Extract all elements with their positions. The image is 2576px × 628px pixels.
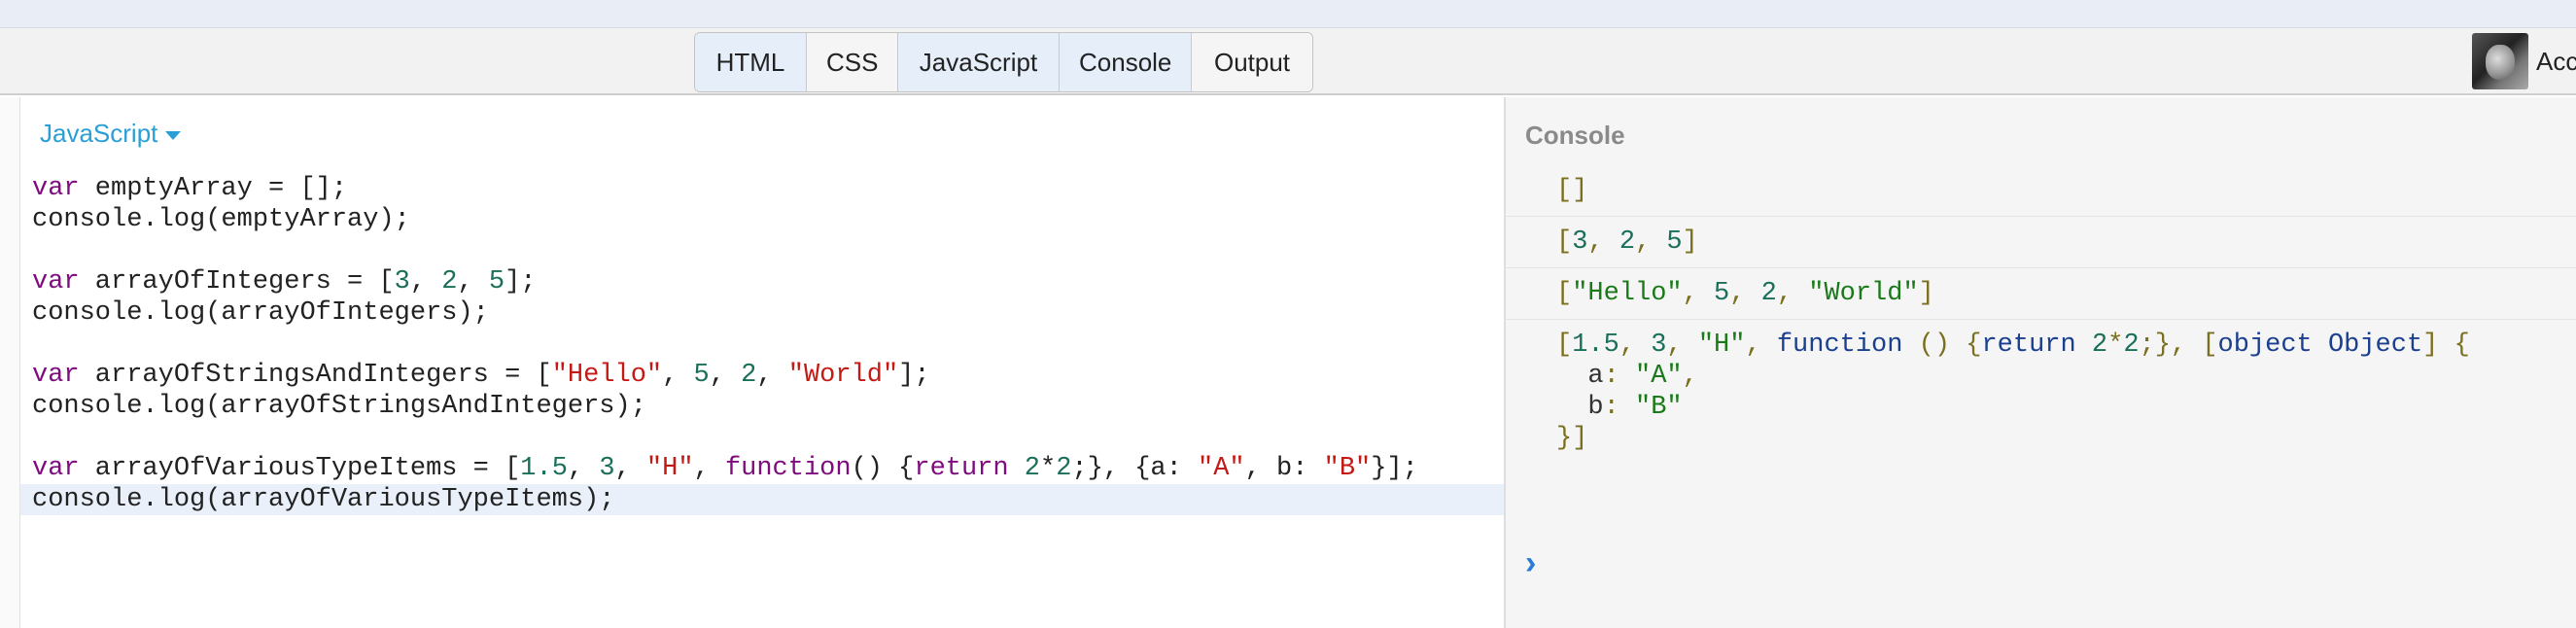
- code-line[interactable]: console.log(emptyArray);: [20, 204, 1504, 235]
- code-line[interactable]: var arrayOfIntegers = [3, 2, 5];: [20, 266, 1504, 297]
- code-line[interactable]: [20, 329, 1504, 360]
- console-prompt-icon[interactable]: ›: [1525, 544, 1536, 582]
- code-line[interactable]: console.log(arrayOfStringsAndIntegers);: [20, 391, 1504, 422]
- code-line[interactable]: [20, 422, 1504, 453]
- language-selector[interactable]: JavaScript: [40, 119, 182, 149]
- code-line-active[interactable]: console.log(arrayOfVariousTypeItems);: [20, 484, 1504, 515]
- code-line[interactable]: console.log(arrayOfIntegers);: [20, 297, 1504, 329]
- console-entry: ["Hello", 5, 2, "World"]: [1506, 268, 2576, 320]
- console-title: Console: [1525, 121, 1625, 150]
- code-line[interactable]: [20, 235, 1504, 266]
- avatar[interactable]: [2472, 33, 2528, 89]
- javascript-editor[interactable]: JavaScript var emptyArray = []; console.…: [20, 97, 1504, 628]
- panel-toolbar: HTML CSS JavaScript Console Output Acc: [0, 28, 2576, 95]
- code-line[interactable]: var arrayOfStringsAndIntegers = ["Hello"…: [20, 360, 1504, 391]
- console-output: [] [3, 2, 5] ["Hello", 5, 2, "World"] [1…: [1506, 165, 2576, 464]
- tab-console[interactable]: Console: [1060, 33, 1192, 91]
- console-entry: [3, 2, 5]: [1506, 217, 2576, 268]
- account-menu[interactable]: Acc: [2472, 31, 2576, 91]
- language-selector-label[interactable]: JavaScript: [40, 119, 157, 148]
- chevron-down-icon[interactable]: [165, 130, 182, 140]
- tab-css[interactable]: CSS: [807, 33, 898, 91]
- code-area[interactable]: var emptyArray = []; console.log(emptyAr…: [20, 173, 1504, 515]
- tab-output[interactable]: Output: [1192, 33, 1312, 91]
- console-panel: Console [] [3, 2, 5] ["Hello", 5, 2, "Wo…: [1506, 97, 2576, 628]
- code-line[interactable]: var emptyArray = [];: [20, 173, 1504, 204]
- avatar-face-icon: [2486, 45, 2515, 80]
- console-entry: [1.5, 3, "H", function () {return 2*2;},…: [1556, 331, 2470, 453]
- tab-html[interactable]: HTML: [695, 33, 807, 91]
- editor-gutter: [0, 97, 20, 628]
- account-label[interactable]: Acc: [2536, 47, 2576, 77]
- code-line[interactable]: var arrayOfVariousTypeItems = [1.5, 3, "…: [20, 453, 1504, 484]
- tab-javascript[interactable]: JavaScript: [898, 33, 1060, 91]
- panel-tabs: HTML CSS JavaScript Console Output: [694, 32, 1313, 92]
- browser-top-strip: [0, 0, 2576, 28]
- console-entry: []: [1506, 165, 2576, 217]
